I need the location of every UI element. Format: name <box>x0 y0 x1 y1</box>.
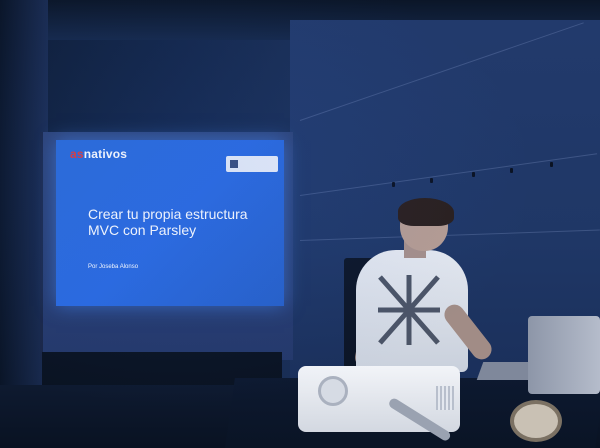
laptop-lid <box>528 316 600 394</box>
logo-prefix: as <box>70 147 84 161</box>
projected-slide: asnativos Crear tu propia estructura MVC… <box>56 140 284 306</box>
union-jack-shirt-print-icon <box>378 275 440 345</box>
wall-pin <box>392 182 395 187</box>
wall-pin <box>550 162 553 167</box>
tape-roll <box>510 400 562 442</box>
slide-corner-badge-icon <box>226 156 278 172</box>
slide-title: Crear tu propia estructura MVC con Parsl… <box>88 206 248 238</box>
slide-logo: asnativos <box>70 147 127 161</box>
logo-suffix: nativos <box>83 147 128 161</box>
wall-pin <box>430 178 433 183</box>
presenter-hair <box>398 198 454 226</box>
presentation-room-photo: asnativos Crear tu propia estructura MVC… <box>0 0 600 448</box>
projector-lens-icon <box>318 376 348 406</box>
projector-vent <box>436 386 454 410</box>
wall-pin <box>510 168 513 173</box>
slide-author: Por Joseba Alonso <box>88 264 139 270</box>
wall-pin <box>472 172 475 177</box>
